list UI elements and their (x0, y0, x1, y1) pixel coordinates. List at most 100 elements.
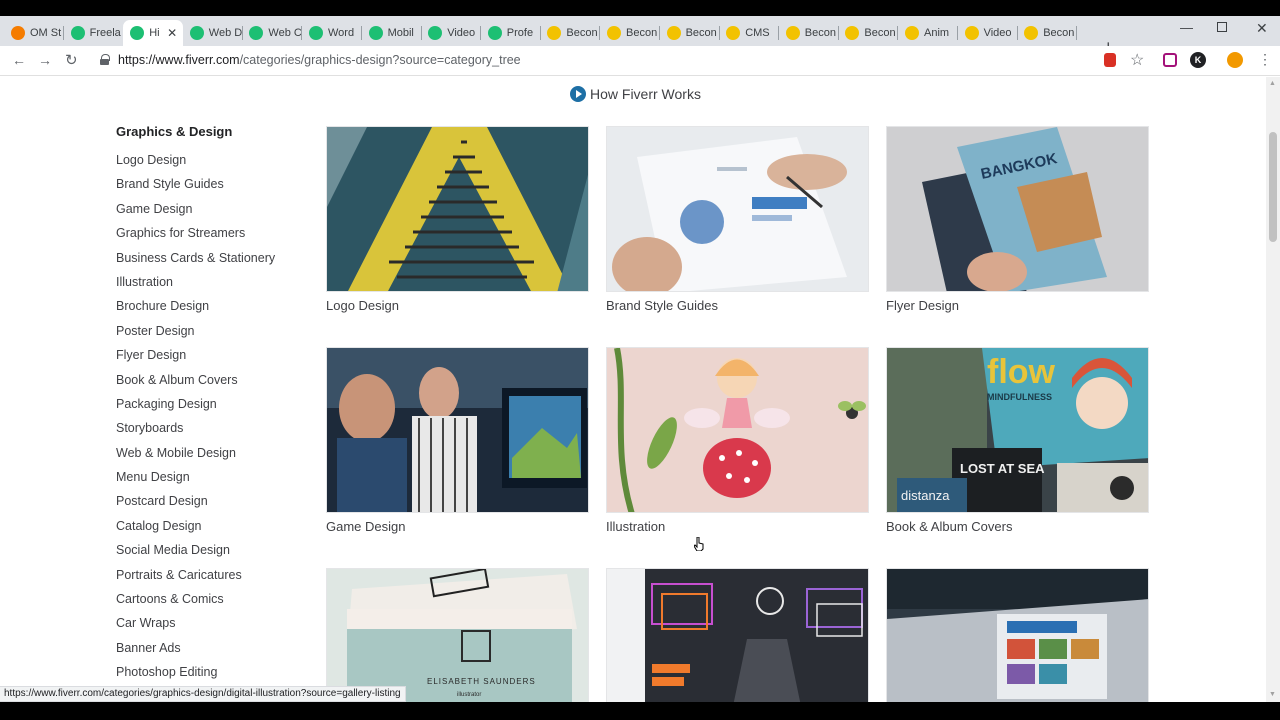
browser-tab[interactable]: Web D (183, 20, 243, 46)
sidebar-item[interactable]: Catalog Design (116, 514, 306, 538)
logo-design-thumbnail[interactable] (326, 126, 589, 292)
browser-tab[interactable]: Hi ✕ (123, 20, 184, 46)
restore-window-icon[interactable] (1217, 22, 1227, 32)
thumb-text: illustrator (457, 692, 481, 698)
browser-tab[interactable]: Anim (898, 20, 958, 46)
browser-tab[interactable]: Video (958, 20, 1018, 46)
blogger-favicon-icon (11, 26, 25, 40)
category-card-business-cards[interactable]: ELISABETH SAUNDERS illustrator (326, 568, 589, 702)
browser-tab[interactable]: OM St (4, 20, 64, 46)
card-caption[interactable]: Brand Style Guides (606, 298, 869, 313)
profile-avatar[interactable]: K (1190, 52, 1206, 68)
category-card-game-design[interactable]: Game Design (326, 347, 589, 534)
sidebar-item[interactable]: Poster Design (116, 319, 306, 343)
bookmark-star-icon[interactable]: ☆ (1130, 50, 1144, 70)
browser-tab-label: Hi (149, 27, 160, 39)
lock-icon[interactable] (100, 54, 110, 65)
browser-tab[interactable]: Becon (600, 20, 660, 46)
sidebar-item[interactable]: Brand Style Guides (116, 172, 306, 196)
browser-tab[interactable]: Video (421, 20, 482, 46)
streamer-graphics-thumbnail[interactable] (606, 568, 869, 702)
fiverr-favicon-icon (428, 26, 443, 40)
card-caption[interactable]: Flyer Design (886, 298, 1149, 313)
sidebar-item[interactable]: Illustration (116, 270, 306, 294)
card-caption[interactable]: Game Design (326, 519, 589, 534)
sidebar-list: Logo Design Brand Style Guides Game Design… (116, 148, 306, 685)
vertical-scrollbar[interactable]: ▲ ▼ (1266, 77, 1280, 702)
web-mobile-design-thumbnail[interactable] (886, 568, 1149, 702)
smiley-favicon-icon (666, 26, 681, 40)
sidebar-item[interactable]: Book & Album Covers (116, 368, 306, 392)
url-input[interactable]: https://www.fiverr.com/categories/graphi… (118, 53, 521, 67)
browser-tab[interactable]: Profe (481, 20, 541, 46)
sidebar-title[interactable]: Graphics & Design (116, 124, 306, 139)
reload-icon[interactable]: ↻ (65, 51, 78, 69)
forward-arrow-icon[interactable]: → (38, 52, 52, 68)
page-content: How Fiverr Works Graphics & Design Logo … (0, 77, 1266, 702)
fiverr-favicon-icon (368, 26, 383, 40)
browser-tab[interactable]: Becon (838, 20, 899, 46)
brand-style-guides-thumbnail[interactable] (606, 126, 869, 292)
browser-tab[interactable]: CMS (719, 20, 780, 46)
sidebar-item[interactable]: Business Cards & Stationery (116, 246, 306, 270)
sidebar-item[interactable]: Car Wraps (116, 611, 306, 635)
browser-menu-icon[interactable]: ⋮ (1258, 51, 1272, 68)
smiley-favicon-icon (785, 26, 800, 40)
sidebar-item[interactable]: Packaging Design (116, 392, 306, 416)
extension-om-icon[interactable] (1227, 52, 1243, 68)
browser-tab[interactable]: Becon (779, 20, 839, 46)
smiley-favicon-icon (547, 26, 562, 40)
sidebar-item[interactable]: Graphics for Streamers (116, 221, 306, 245)
browser-tab[interactable]: Freela (64, 20, 124, 46)
card-caption[interactable]: Illustration (606, 519, 869, 534)
smiley-favicon-icon (1024, 26, 1039, 40)
scroll-down-arrow-icon[interactable]: ▼ (1269, 691, 1276, 698)
browser-tab[interactable]: Web C (242, 20, 303, 46)
category-card-graphics-for-streamers[interactable] (606, 568, 869, 702)
sidebar-item[interactable]: Banner Ads (116, 636, 306, 660)
hand-cursor-icon (694, 537, 704, 551)
browser-tab[interactable]: Becon (660, 20, 720, 46)
category-card-illustration[interactable]: Illustration (606, 347, 869, 534)
sidebar-item[interactable]: Postcard Design (116, 489, 306, 513)
category-card-book-album-covers[interactable]: flow MINDFULNESS LOST AT SEA distanza Bo… (886, 347, 1149, 534)
sidebar-item[interactable]: Cartoons & Comics (116, 587, 306, 611)
business-cards-thumbnail[interactable]: ELISABETH SAUNDERS illustrator (326, 568, 589, 702)
sidebar-item[interactable]: Portraits & Caricatures (116, 563, 306, 587)
book-album-covers-thumbnail[interactable]: flow MINDFULNESS LOST AT SEA distanza (886, 347, 1149, 513)
browser-tab[interactable]: Becon (1017, 20, 1078, 46)
sidebar-item[interactable]: Photoshop Editing (116, 660, 306, 684)
sidebar-item[interactable]: Logo Design (116, 148, 306, 172)
browser-tab[interactable]: Mobil (362, 20, 422, 46)
category-card-logo-design[interactable]: Logo Design (326, 126, 589, 313)
blocked-popup-icon[interactable] (1104, 53, 1116, 67)
illustration-thumbnail[interactable] (606, 347, 869, 513)
sidebar-item[interactable]: Web & Mobile Design (116, 441, 306, 465)
card-caption[interactable]: Logo Design (326, 298, 589, 313)
category-card-web-mobile-design[interactable] (886, 568, 1149, 702)
sidebar-item[interactable]: Storyboards (116, 416, 306, 440)
how-fiverr-works-link[interactable]: How Fiverr Works (570, 86, 701, 102)
browser-tab[interactable]: Becon (540, 20, 601, 46)
category-card-brand-style-guides[interactable]: Brand Style Guides (606, 126, 869, 313)
browser-tab[interactable]: Word (302, 20, 362, 46)
close-window-icon[interactable]: ✕ (1256, 20, 1268, 37)
thumb-text: ELISABETH SAUNDERS (427, 677, 536, 686)
category-card-flyer-design[interactable]: BANGKOK Flyer Design (886, 126, 1149, 313)
card-caption[interactable]: Book & Album Covers (886, 519, 1149, 534)
close-tab-icon[interactable]: ✕ (167, 26, 177, 40)
back-arrow-icon[interactable]: ← (12, 52, 26, 68)
sidebar-item[interactable]: Brochure Design (116, 294, 306, 318)
sidebar-item[interactable]: Flyer Design (116, 343, 306, 367)
flyer-design-thumbnail[interactable]: BANGKOK (886, 126, 1149, 292)
game-design-thumbnail[interactable] (326, 347, 589, 513)
browser-tab-label: Freela (89, 27, 121, 39)
scrollbar-thumb[interactable] (1269, 132, 1277, 242)
scroll-up-arrow-icon[interactable]: ▲ (1269, 80, 1276, 87)
fiverr-favicon-icon (70, 26, 85, 40)
extension-icon[interactable] (1163, 53, 1177, 67)
minimize-window-icon[interactable]: — (1180, 20, 1193, 35)
sidebar-item[interactable]: Social Media Design (116, 538, 306, 562)
sidebar-item[interactable]: Game Design (116, 197, 306, 221)
sidebar-item[interactable]: Menu Design (116, 465, 306, 489)
